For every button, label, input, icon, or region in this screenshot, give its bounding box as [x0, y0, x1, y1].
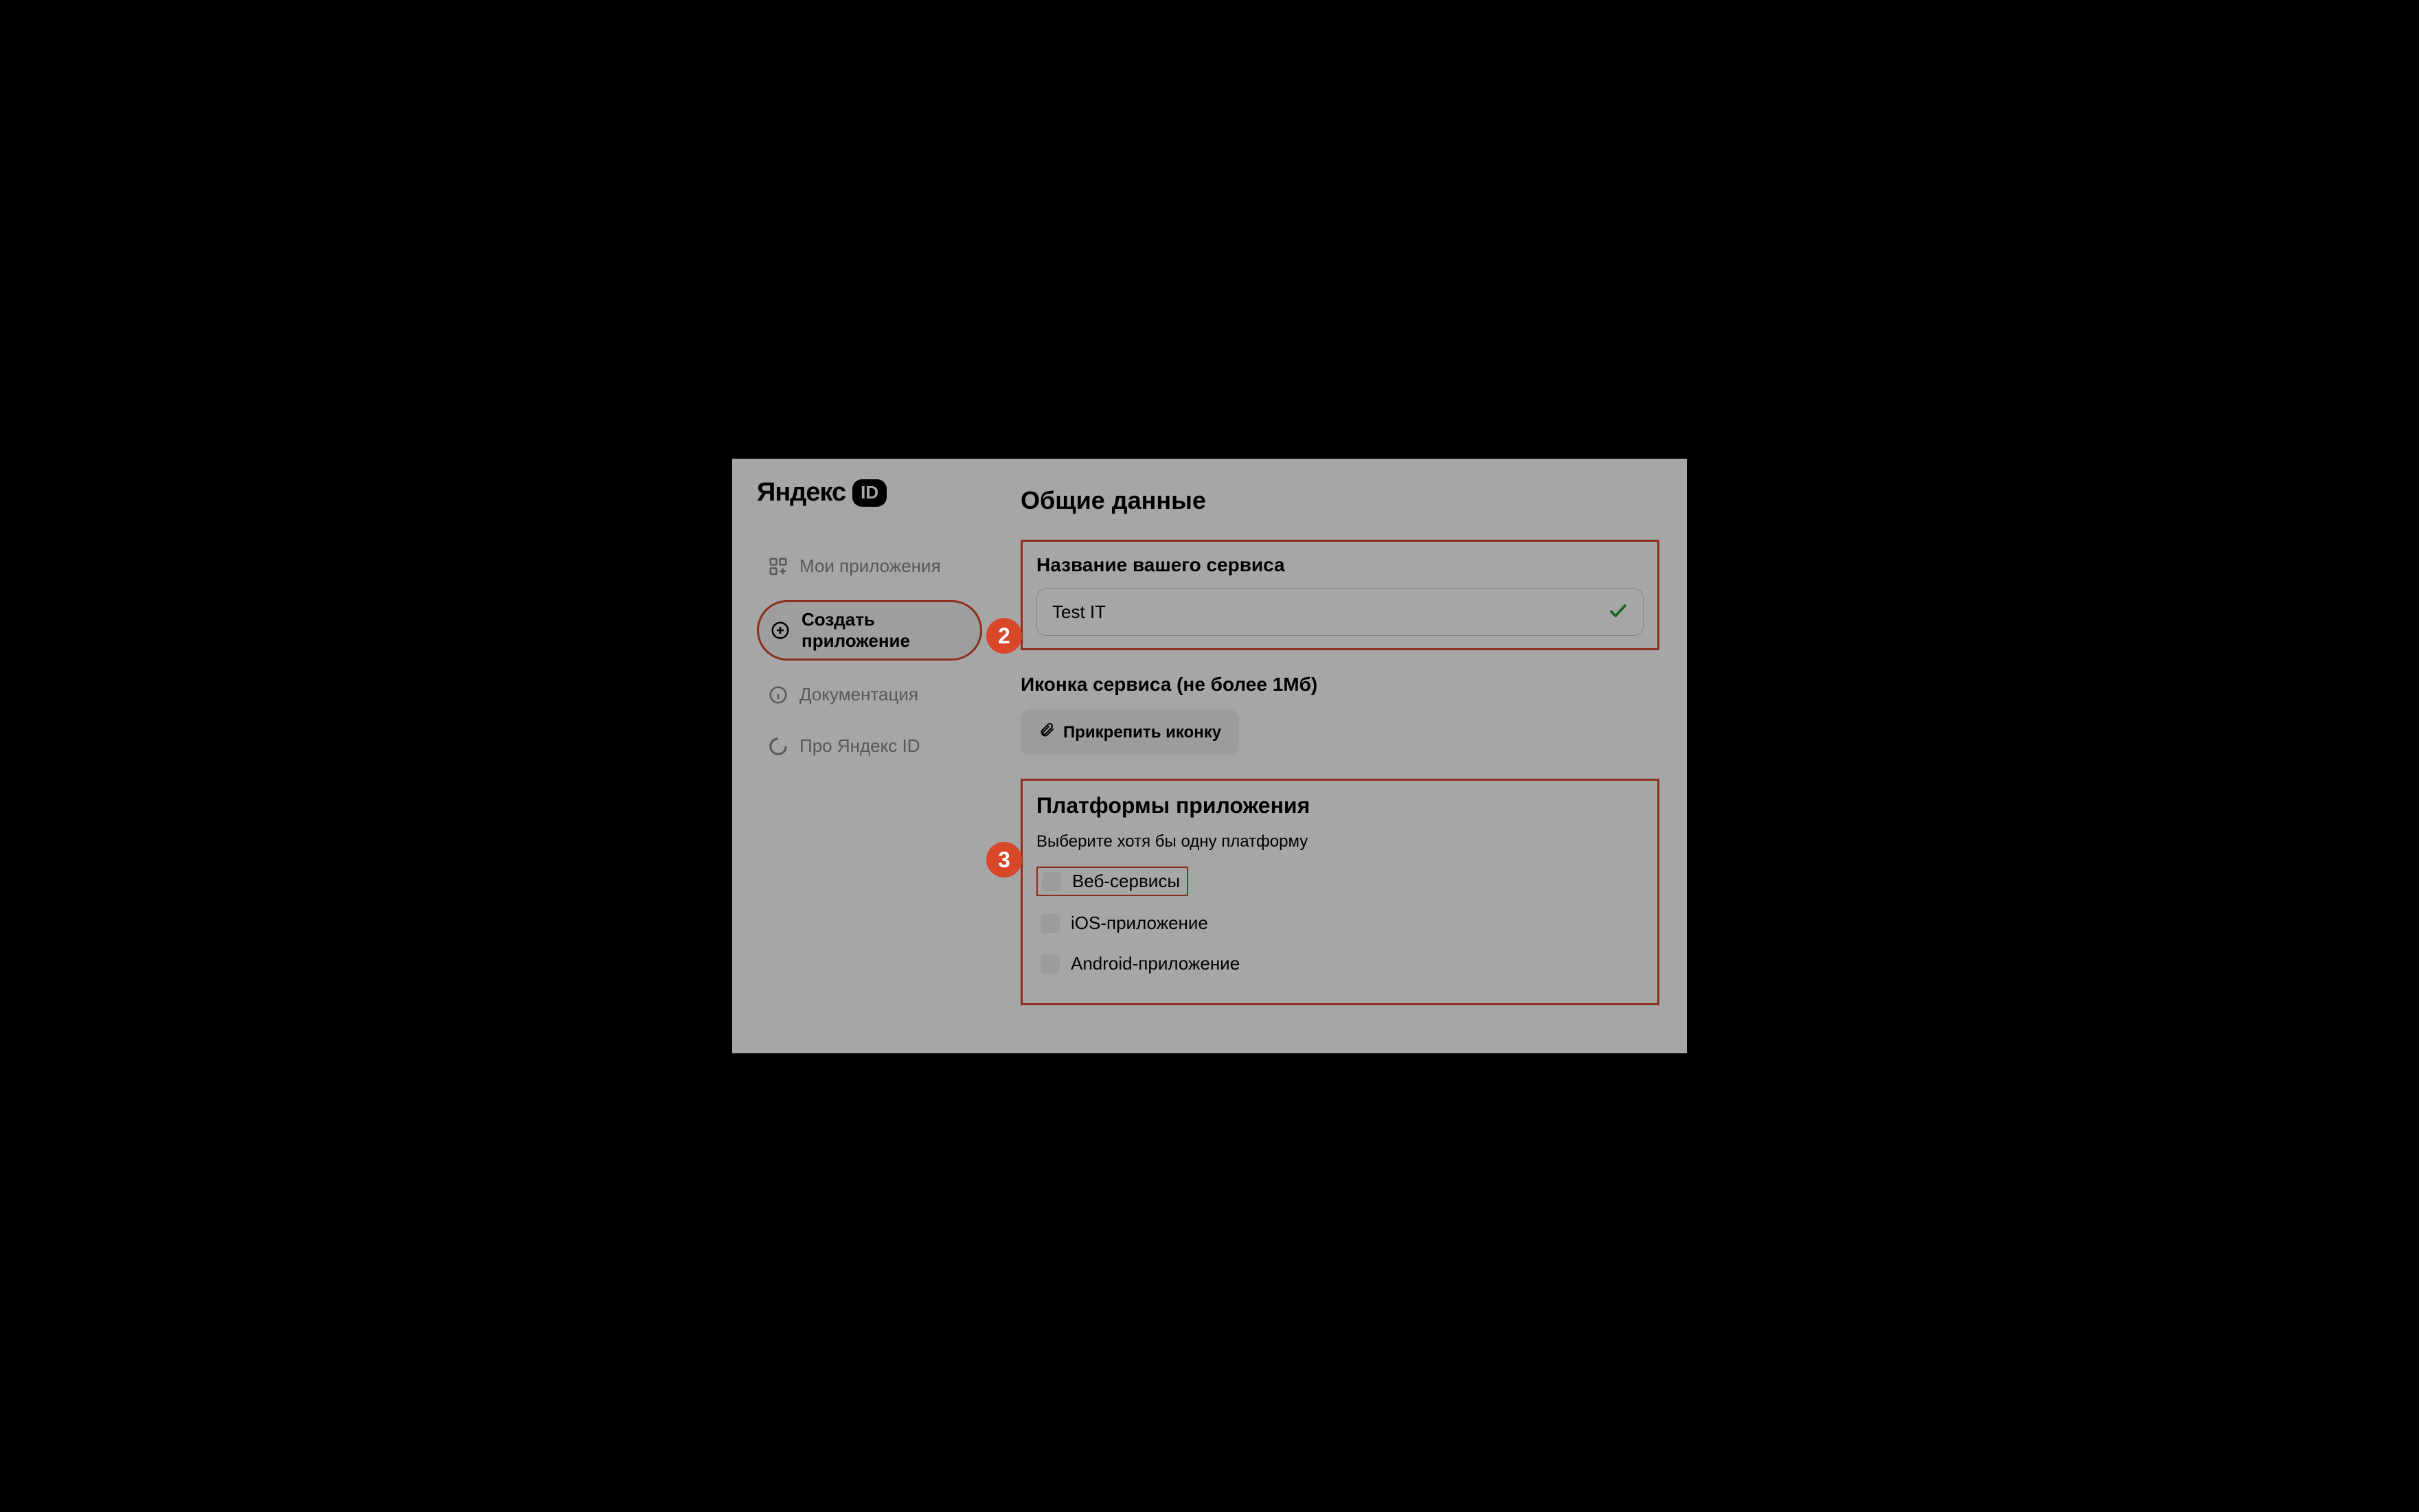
- service-name-input-wrap: [1036, 588, 1644, 636]
- paperclip-icon: [1038, 722, 1055, 743]
- platforms-title: Платформы приложения: [1036, 793, 1644, 818]
- checkbox-icon[interactable]: [1041, 954, 1060, 974]
- checkbox-icon[interactable]: [1042, 872, 1061, 891]
- sidebar-item-my-apps[interactable]: Мои приложения: [757, 549, 982, 584]
- logo-badge: ID: [852, 479, 887, 507]
- sidebar-item-label: Мои приложения: [799, 555, 941, 577]
- yandex-id-icon: [768, 736, 788, 757]
- apps-grid-icon: [768, 556, 788, 577]
- attach-button-label: Прикрепить иконку: [1063, 723, 1221, 742]
- section-title: Общие данные: [1021, 486, 1659, 515]
- logo: Яндекс ID: [757, 478, 982, 507]
- plus-circle-icon: [770, 620, 791, 641]
- checkbox-icon[interactable]: [1041, 914, 1060, 933]
- platforms-block: Платформы приложения Выберите хотя бы од…: [1021, 779, 1659, 1005]
- service-name-block: Название вашего сервиса: [1021, 540, 1659, 650]
- attach-icon-button[interactable]: Прикрепить иконку: [1021, 709, 1239, 755]
- logo-text: Яндекс: [757, 478, 845, 507]
- sidebar-item-create-app[interactable]: Создать приложение: [757, 600, 982, 661]
- nav-list: Мои приложения Создать приложение Докуме…: [757, 549, 982, 764]
- icon-upload-label: Иконка сервиса (не более 1Мб): [1021, 674, 1659, 696]
- checkmark-icon: [1608, 600, 1628, 624]
- platform-option-web[interactable]: Веб-сервисы: [1036, 867, 1188, 896]
- sidebar-item-label: Документация: [799, 684, 918, 705]
- platform-label: Веб-сервисы: [1072, 871, 1180, 892]
- platforms-hint: Выберите хотя бы одну платформу: [1036, 832, 1644, 851]
- platform-label: Android-приложение: [1071, 953, 1240, 974]
- service-name-label: Название вашего сервиса: [1036, 554, 1644, 576]
- platform-option-android[interactable]: Android-приложение: [1036, 950, 1644, 977]
- sidebar-item-about[interactable]: Про Яндекс ID: [757, 729, 982, 764]
- platform-option-ios[interactable]: iOS-приложение: [1036, 910, 1644, 937]
- info-circle-icon: [768, 685, 788, 705]
- platform-label: iOS-приложение: [1071, 913, 1208, 934]
- icon-upload-block: Иконка сервиса (не более 1Мб) Прикрепить…: [1021, 674, 1659, 755]
- main-content: Общие данные Название вашего сервиса Ико…: [1007, 459, 1687, 1053]
- sidebar-item-label: Про Яндекс ID: [799, 735, 920, 757]
- sidebar-item-label: Создать приложение: [802, 609, 969, 652]
- sidebar-item-docs[interactable]: Документация: [757, 677, 982, 712]
- sidebar: Яндекс ID Мои приложения Создать приложе…: [732, 459, 1007, 1053]
- service-name-input[interactable]: [1036, 588, 1644, 636]
